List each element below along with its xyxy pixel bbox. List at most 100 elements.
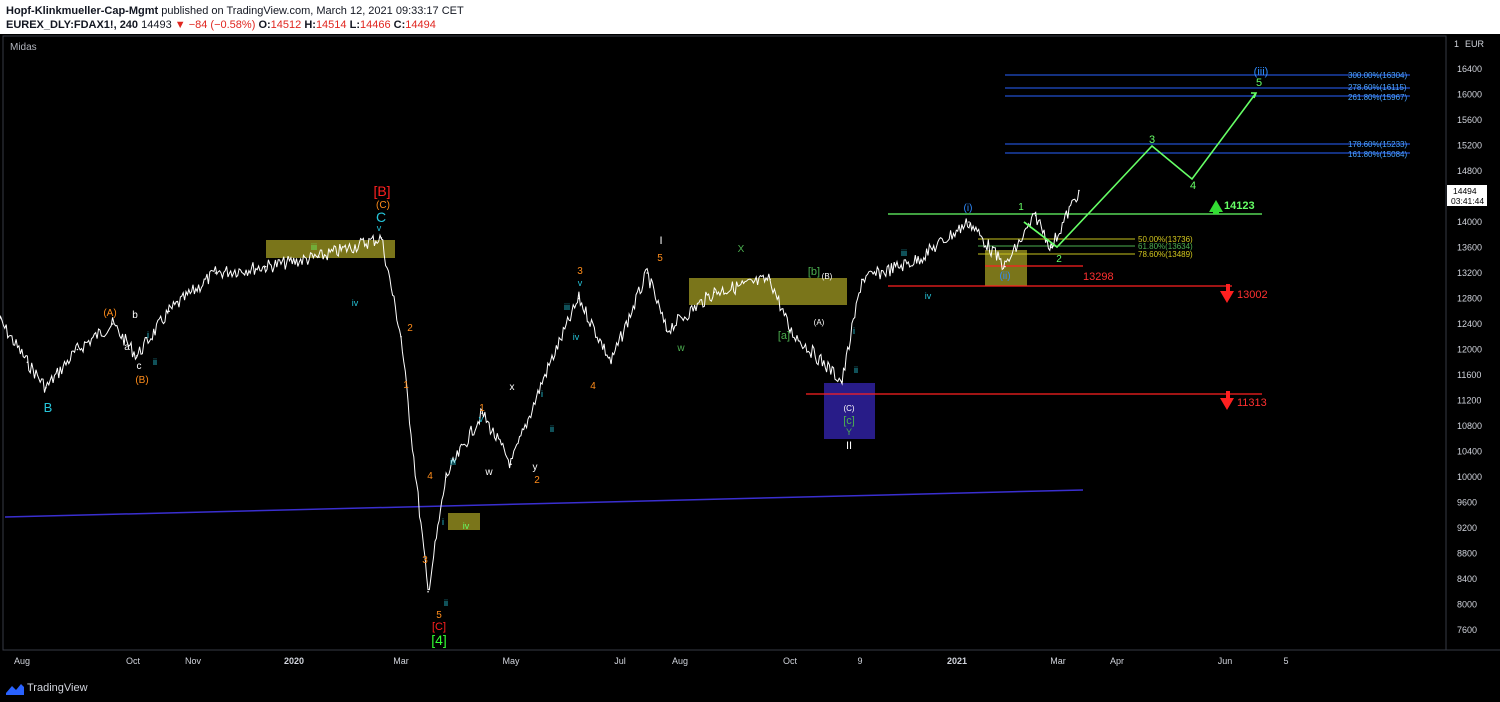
price-axis-tick: 15600 — [1457, 115, 1482, 125]
wave-label-a-bracket: [a] — [778, 330, 790, 342]
fib-label-278: 278.60%(16115) — [1348, 83, 1407, 92]
wave-label-2-orange-2: 2 — [534, 475, 540, 486]
high-value: 14514 — [315, 19, 347, 31]
last-price: 14493 — [141, 19, 172, 31]
price-point — [1034, 214, 1037, 217]
time-axis-tick: Aug — [672, 656, 688, 666]
wave-label-c-bracket: [c] — [843, 415, 855, 427]
price-axis-tick: 8000 — [1457, 600, 1477, 610]
wave-label-4-green-proj: 4 — [1190, 180, 1196, 192]
price-point — [45, 386, 47, 389]
wave-label-B: B — [44, 400, 53, 415]
price-chart[interactable]: Midas 1 EUR 1640016000156001520014800144… — [0, 34, 1500, 677]
wave-label-w: w — [484, 467, 493, 478]
price-point — [318, 256, 320, 258]
price-point — [76, 348, 79, 351]
wave-label-x: x — [510, 382, 515, 393]
wave-label-1-green: 1 — [1018, 202, 1024, 213]
wave-label-i-1: i — [147, 330, 149, 340]
wave-label-ii-paren: (ii) — [999, 271, 1010, 282]
price-axis-tick: 11600 — [1457, 370, 1481, 380]
close-value: 14494 — [405, 19, 436, 31]
low-label: L: — [349, 19, 360, 31]
wave-label-y: y — [533, 462, 538, 473]
wave-label-4-green: [4] — [431, 632, 447, 648]
log-toggle[interactable]: 1 — [1454, 39, 1459, 49]
tradingview-logo-icon[interactable] — [6, 683, 24, 695]
price-axis-tick: 13200 — [1457, 268, 1482, 278]
time-axis[interactable]: Aug Oct Nov 2020 Mar May Jul Aug Oct 9 2021 Mar Apr J… — [14, 656, 1289, 666]
wave-label-4-orange-2: 4 — [590, 381, 596, 392]
price-point — [646, 272, 648, 274]
wave-label-iv-4: iv — [925, 291, 932, 301]
price-point — [915, 259, 918, 262]
price-point — [544, 374, 546, 376]
price-point — [713, 291, 716, 293]
time-axis-tick: 2020 — [284, 656, 304, 666]
time-axis-tick: 2021 — [947, 656, 967, 666]
price-axis[interactable]: 1640016000156001520014800144001400013600… — [1457, 64, 1482, 635]
symbol-label[interactable]: EUREX_DLY:FDAX1!, 240 — [6, 19, 138, 31]
price-point — [445, 476, 447, 478]
level-label-14123: 14123 — [1224, 200, 1255, 212]
price-axis-tick: 13600 — [1457, 243, 1482, 253]
price-point — [968, 221, 970, 223]
price-axis-tick: 9200 — [1457, 523, 1477, 533]
price-point — [136, 355, 138, 357]
wave-label-3-orange: 3 — [422, 555, 428, 566]
publisher-name[interactable]: Hopf-Klinkmueller-Cap-Mgmt — [6, 5, 158, 17]
price-point — [510, 463, 512, 466]
wave-label-W: w — [676, 343, 685, 354]
wave-label-3-green: 3 — [1149, 134, 1155, 146]
time-axis-tick: May — [502, 656, 520, 666]
currency-label[interactable]: EUR — [1465, 39, 1485, 49]
wave-label-iii-paren: (iii) — [1254, 66, 1269, 78]
wave-label-i-2: i — [442, 517, 444, 527]
time-axis-tick: Aug — [14, 656, 30, 666]
price-change: ▼ −84 (−0.58%) — [174, 19, 256, 31]
price-axis-tick: 16400 — [1457, 64, 1482, 74]
footer-brand[interactable]: TradingView — [27, 682, 88, 694]
price-point — [427, 590, 429, 593]
wave-label-2-orange: 2 — [407, 323, 413, 334]
wave-label-B-orange: (B) — [135, 375, 148, 386]
price-point — [1004, 265, 1006, 268]
wave-label-a: a — [124, 342, 130, 353]
price-axis-tick: 15200 — [1457, 141, 1482, 151]
high-label: H: — [304, 19, 316, 31]
wave-label-5-orange-2: 5 — [657, 253, 663, 264]
level-label-11313: 11313 — [1237, 397, 1267, 409]
wave-label-I: I — [659, 235, 662, 247]
wave-label-iii-3: iii — [564, 302, 570, 312]
time-axis-tick: Jul — [614, 656, 626, 666]
price-axis-tick: 16000 — [1457, 90, 1482, 100]
wave-label-A-paren: (A) — [814, 318, 825, 327]
arrow-down-icon — [1220, 284, 1234, 303]
price-point — [264, 265, 267, 268]
indicator-label[interactable]: Midas — [10, 42, 37, 53]
wave-label-ii-3: ii — [550, 424, 554, 434]
time-axis-tick: Jun — [1218, 656, 1233, 666]
open-label: O: — [258, 19, 271, 31]
time-axis-tick: Nov — [185, 656, 202, 666]
wave-label-iv-1: iv — [352, 298, 359, 308]
wave-label-B-red: [B] — [373, 183, 390, 199]
fib-label-178: 178.60%(15233) — [1348, 140, 1407, 149]
price-axis-tick: 10000 — [1457, 472, 1482, 482]
wave-label-b: b — [132, 310, 138, 321]
price-point — [26, 361, 29, 364]
wave-label-iv-2: iv — [463, 521, 470, 531]
price-axis-tick: 10800 — [1457, 421, 1482, 431]
consolidation-box — [689, 278, 847, 305]
wave-label-B-paren: (B) — [822, 272, 833, 281]
price-axis-tick: 10400 — [1457, 447, 1482, 457]
price-axis-tick: 7600 — [1457, 625, 1477, 635]
wave-label-iii-1: iii — [311, 242, 317, 252]
wave-label-5-orange: 5 — [436, 610, 442, 621]
price-axis-tick: 11200 — [1457, 396, 1481, 406]
time-axis-tick: Oct — [126, 656, 141, 666]
wave-label-b-bracket: [b] — [808, 266, 820, 278]
wave-label-4-orange: 4 — [427, 471, 433, 482]
wave-label-X: X — [738, 244, 745, 255]
wave-label-iii-4: iii — [901, 248, 907, 258]
